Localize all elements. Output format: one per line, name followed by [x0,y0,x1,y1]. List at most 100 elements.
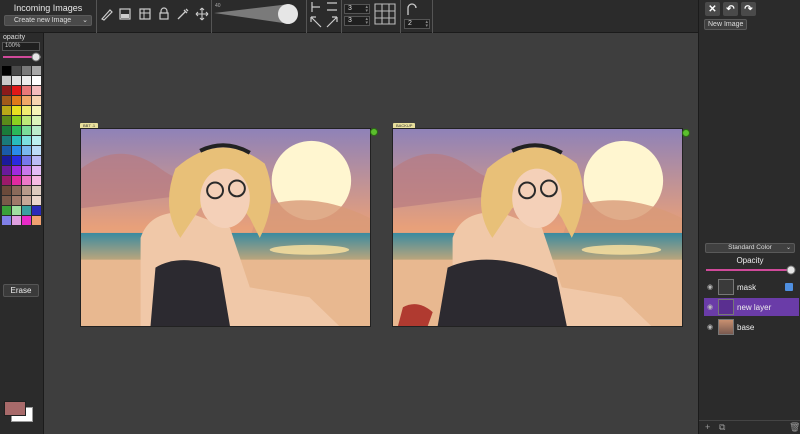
foreground-color-swatch[interactable] [4,401,26,416]
palette-swatch[interactable] [12,116,21,125]
new-image-button[interactable]: New Image [704,19,748,30]
palette-swatch[interactable] [22,216,31,225]
palette-swatch[interactable] [12,186,21,195]
palette-swatch[interactable] [2,166,11,175]
left-image[interactable] [80,128,371,327]
palette-swatch[interactable] [2,146,11,155]
palette-swatch[interactable] [2,136,11,145]
palette-swatch[interactable] [12,76,21,85]
palette-swatch[interactable] [12,176,21,185]
palette-swatch[interactable] [22,186,31,195]
palette-swatch[interactable] [12,156,21,165]
curve-tool[interactable] [404,1,420,17]
visibility-eye-icon[interactable]: ◉ [704,303,716,311]
palette-swatch[interactable] [32,166,41,175]
palette-swatch[interactable] [12,146,21,155]
palette-swatch[interactable] [22,206,31,215]
erase-button[interactable]: Erase [3,284,39,297]
palette-swatch[interactable] [2,196,11,205]
palette-swatch[interactable] [2,126,11,135]
palette-swatch[interactable] [32,186,41,195]
palette-swatch[interactable] [12,106,21,115]
diag-right-tool[interactable] [325,15,339,29]
canvas-area[interactable]: BBT .1 BACKUP [44,33,698,434]
layer-row-base[interactable]: ◉ base [704,318,799,336]
spinner-icon[interactable]: ▴ ▾ [365,5,368,14]
palette-swatch[interactable] [32,96,41,105]
palette-swatch[interactable] [32,156,41,165]
duplicate-layer-icon[interactable]: ⧉ [719,422,725,433]
palette-swatch[interactable] [12,166,21,175]
palette-swatch[interactable] [2,116,11,125]
palette-swatch[interactable] [22,96,31,105]
palette-swatch[interactable] [2,76,11,85]
palette-swatch[interactable] [22,166,31,175]
palette-swatch[interactable] [32,76,41,85]
palette-swatch[interactable] [22,176,31,185]
fill-rect-tool[interactable] [117,6,133,22]
palette-swatch[interactable] [32,206,41,215]
palette-swatch[interactable] [12,136,21,145]
palette-swatch[interactable] [12,96,21,105]
grid-select-tool[interactable] [137,6,153,22]
add-layer-icon[interactable]: + [705,422,710,432]
redo-button[interactable]: ↷ [741,2,756,16]
palette-swatch[interactable] [12,196,21,205]
grid-cols-input[interactable]: 3 ▴ ▾ [344,4,370,14]
right-image-status-dot[interactable] [682,129,690,137]
color-swatches[interactable] [4,401,34,423]
palette-swatch[interactable] [12,86,21,95]
layer-row-mask[interactable]: ◉ mask [704,278,799,296]
palette-swatch[interactable] [2,96,11,105]
split-top-tool[interactable] [309,0,323,14]
palette-swatch[interactable] [32,116,41,125]
mask-checkbox[interactable] [785,283,793,291]
opacity-slider[interactable] [2,52,42,62]
split-right-tool[interactable] [325,0,339,14]
palette-swatch[interactable] [22,136,31,145]
palette-swatch[interactable] [32,86,41,95]
delete-layer-icon[interactable]: 🗑 [789,422,800,433]
diag-left-tool[interactable] [309,15,323,29]
move-tool[interactable] [194,6,210,22]
grid-tool[interactable] [374,3,396,25]
eyedropper-tool[interactable] [175,6,191,22]
palette-swatch[interactable] [22,66,31,75]
palette-swatch[interactable] [32,66,41,75]
brush-size-knob[interactable] [278,4,298,24]
right-image[interactable] [392,128,683,327]
palette-swatch[interactable] [32,136,41,145]
palette-swatch[interactable] [32,216,41,225]
palette-swatch[interactable] [32,196,41,205]
blend-mode-select[interactable]: Standard Color ⌄ [705,243,795,253]
palette-swatch[interactable] [12,206,21,215]
palette-swatch[interactable] [22,116,31,125]
left-image-status-dot[interactable] [370,128,378,136]
palette-swatch[interactable] [2,176,11,185]
palette-swatch[interactable] [2,216,11,225]
lock-tool[interactable] [156,6,172,22]
palette-swatch[interactable] [2,106,11,115]
layer-opacity-slider[interactable] [705,265,797,275]
grid-rows-input[interactable]: 3 ▴ ▾ [344,16,370,26]
brush-tool[interactable] [99,6,115,22]
palette-swatch[interactable] [22,156,31,165]
palette-swatch[interactable] [2,186,11,195]
opacity-input[interactable]: 100% [2,42,40,51]
undo-button[interactable]: ↶ [723,2,738,16]
palette-swatch[interactable] [12,216,21,225]
palette-swatch[interactable] [22,76,31,85]
palette-swatch[interactable] [2,156,11,165]
palette-swatch[interactable] [22,106,31,115]
brush-size-slider[interactable] [212,2,302,26]
visibility-eye-icon[interactable]: ◉ [704,323,716,331]
spinner-icon[interactable]: ▴ ▾ [425,20,428,29]
palette-swatch[interactable] [2,86,11,95]
palette-swatch[interactable] [12,126,21,135]
palette-swatch[interactable] [22,196,31,205]
close-button[interactable]: ✕ [705,2,720,16]
palette-swatch[interactable] [32,106,41,115]
curve-input[interactable]: 2 ▴ ▾ [404,19,430,29]
spinner-icon[interactable]: ▴ ▾ [365,17,368,26]
palette-swatch[interactable] [32,176,41,185]
